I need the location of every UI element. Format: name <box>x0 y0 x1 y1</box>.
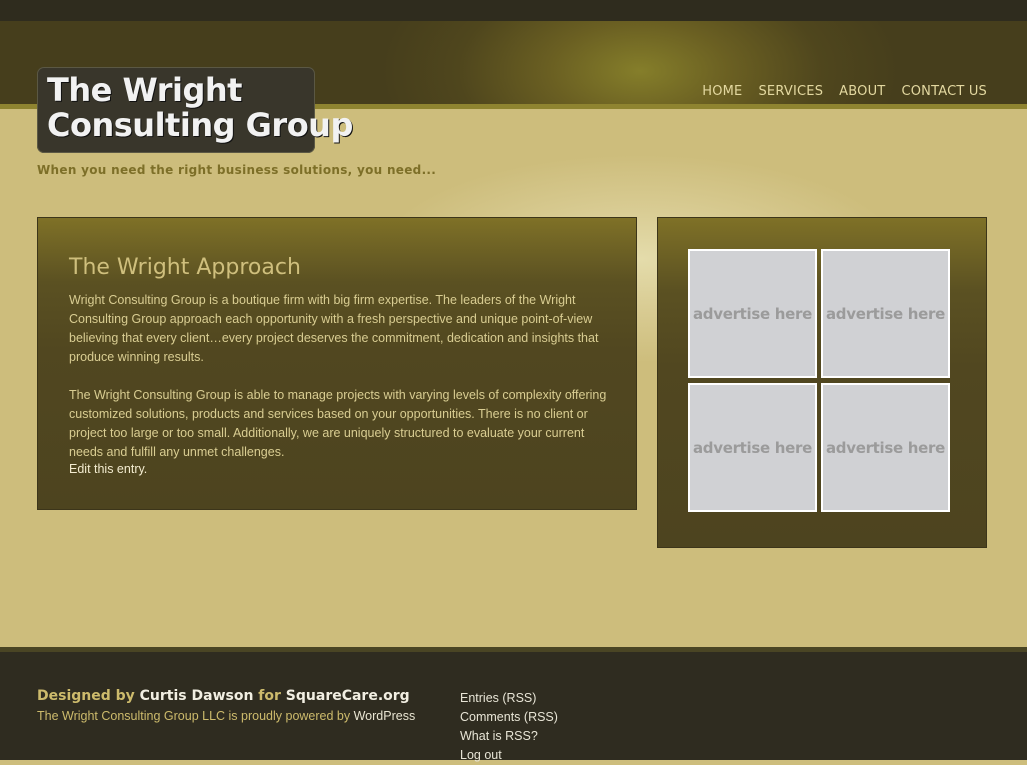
site-footer: Designed by Curtis Dawson for SquareCare… <box>0 652 1027 762</box>
designer-name[interactable]: Curtis Dawson <box>140 688 254 704</box>
designer-credit: Designed by Curtis Dawson for SquareCare… <box>37 688 415 704</box>
powered-by-line: The Wright Consulting Group LLC is proud… <box>37 709 415 723</box>
main-nav: HOME SERVICES ABOUT CONTACT US <box>702 84 987 99</box>
designer-site-link[interactable]: SquareCare.org <box>286 688 410 704</box>
ad-slot-1[interactable]: advertise here <box>688 249 817 378</box>
logo-line-1: The Wright <box>47 71 242 109</box>
nav-home[interactable]: HOME <box>702 84 742 99</box>
logo-line-2: Consulting Group <box>47 106 353 144</box>
post-paragraph-1: Wright Consulting Group is a boutique fi… <box>69 293 599 364</box>
post-title: The Wright Approach <box>69 255 301 280</box>
ad-slot-2[interactable]: advertise here <box>821 249 950 378</box>
footer-meta-links: Entries (RSS) Comments (RSS) What is RSS… <box>460 689 558 765</box>
post-panel: The Wright Approach Wright Consulting Gr… <box>37 217 637 510</box>
top-bar <box>0 0 1027 21</box>
nav-contact-us[interactable]: CONTACT US <box>901 84 987 99</box>
ad-slot-3[interactable]: advertise here <box>688 383 817 512</box>
wordpress-link[interactable]: WordPress <box>354 709 416 723</box>
what-is-rss-link[interactable]: What is RSS? <box>460 727 558 746</box>
post-paragraph-2: The Wright Consulting Group is able to m… <box>69 388 607 459</box>
nav-services[interactable]: SERVICES <box>758 84 823 99</box>
for-label: for <box>258 688 281 704</box>
post-body: Wright Consulting Group is a boutique fi… <box>69 291 609 481</box>
site-logo[interactable]: The Wright Consulting Group <box>37 67 353 153</box>
entries-rss-link[interactable]: Entries (RSS) <box>460 689 558 708</box>
comments-rss-link[interactable]: Comments (RSS) <box>460 708 558 727</box>
powered-by-text: The Wright Consulting Group LLC is proud… <box>37 709 351 723</box>
footer-credits: Designed by Curtis Dawson for SquareCare… <box>37 688 415 723</box>
ad-sidebar: advertise here advertise here advertise … <box>657 217 987 548</box>
site-tagline: When you need the right business solutio… <box>37 163 437 177</box>
log-out-link[interactable]: Log out <box>460 746 558 765</box>
edit-entry-link[interactable]: Edit this entry. <box>69 462 147 476</box>
nav-about[interactable]: ABOUT <box>839 84 885 99</box>
ad-slot-4[interactable]: advertise here <box>821 383 950 512</box>
designed-by-label: Designed by <box>37 688 135 704</box>
